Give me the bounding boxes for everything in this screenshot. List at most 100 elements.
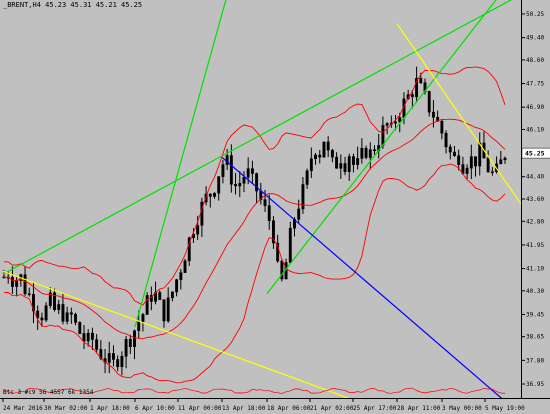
symbol-header: _BRENT,H4 45.23 45.31 45.21 45.25 bbox=[3, 1, 143, 9]
bollinger-lower-band bbox=[3, 163, 506, 384]
candle-body bbox=[61, 304, 65, 322]
candle-body bbox=[503, 157, 507, 161]
indicator-label: Btc 3 #c9 56 4557 6k 1354 bbox=[3, 389, 94, 396]
candle-body bbox=[27, 293, 31, 296]
candle-body bbox=[82, 333, 86, 342]
candle-body bbox=[86, 332, 90, 342]
candle-body bbox=[120, 355, 124, 368]
price-axis[interactable]: 50.25 49.40 48.60 47.75 46.90 46.10 45.25 44.40… bbox=[521, 0, 550, 398]
candle-body bbox=[40, 317, 44, 321]
price-tick-label: 39.45 bbox=[526, 311, 544, 318]
candles-group bbox=[2, 66, 507, 376]
time-tick-label: 28 Apr 11:00 bbox=[397, 405, 441, 412]
candle-body bbox=[221, 164, 225, 177]
candle-body bbox=[385, 123, 389, 126]
candle-body bbox=[368, 149, 372, 158]
price-tick-label: 42.80 bbox=[526, 218, 544, 225]
time-tick-label: 13 Apr 18:00 bbox=[222, 405, 266, 412]
candle-body bbox=[170, 291, 174, 299]
price-axis-svg: 50.25 49.40 48.60 47.75 46.90 46.10 45.25 44.40… bbox=[522, 11, 550, 388]
candle-body bbox=[427, 91, 431, 113]
candle-body bbox=[10, 277, 14, 287]
candle-body bbox=[490, 171, 494, 173]
candle-body bbox=[95, 339, 99, 350]
candle-body bbox=[440, 120, 444, 134]
price-tick-label: 36.95 bbox=[526, 381, 544, 388]
candle-body bbox=[137, 321, 141, 331]
price-tick-label: 38.65 bbox=[526, 334, 544, 341]
candle-body bbox=[162, 299, 166, 322]
candle-body bbox=[196, 225, 200, 235]
time-tick-label: 6 Apr 10:00 bbox=[135, 405, 175, 412]
time-tick-label: 11 Apr 00:00 bbox=[178, 405, 222, 412]
trendline bbox=[2, 0, 513, 275]
candle-body bbox=[217, 176, 221, 194]
candle-body bbox=[78, 322, 82, 334]
candle-body bbox=[166, 297, 170, 322]
candle-body bbox=[297, 208, 301, 220]
candle-body bbox=[74, 314, 78, 323]
candle-body bbox=[314, 154, 317, 160]
candle-body bbox=[246, 168, 250, 178]
candle-body bbox=[419, 77, 423, 84]
price-tick-label: 44.40 bbox=[526, 174, 544, 181]
chart-plot-svg[interactable] bbox=[0, 0, 521, 398]
plot-area[interactable]: _BRENT,H4 45.23 45.31 45.21 45.25 Btc 3 … bbox=[0, 0, 521, 398]
time-axis[interactable]: 24 Mar 2016 30 Mar 02:00 1 Apr 18:00 6 Apr … bbox=[0, 398, 550, 414]
candle-body bbox=[179, 272, 183, 280]
candle-body bbox=[183, 260, 187, 273]
candle-body bbox=[453, 151, 456, 156]
time-axis-svg: 24 Mar 2016 30 Mar 02:00 1 Apr 18:00 6 Apr … bbox=[2, 399, 525, 412]
candle-body bbox=[335, 156, 339, 169]
candle-body bbox=[44, 305, 48, 321]
candle-body bbox=[486, 157, 490, 173]
time-tick-label: 5 May 19:00 bbox=[485, 405, 525, 412]
candle-body bbox=[448, 146, 452, 153]
candle-body bbox=[360, 147, 364, 159]
candle-body bbox=[469, 156, 473, 169]
trendline bbox=[134, 0, 227, 328]
price-tick-label: 41.10 bbox=[526, 266, 544, 273]
candle-body bbox=[465, 167, 469, 174]
price-tick-label: 47.75 bbox=[526, 81, 544, 88]
candle-body bbox=[112, 353, 115, 360]
candle-body bbox=[330, 149, 334, 158]
candle-body bbox=[267, 205, 271, 221]
candle-body bbox=[326, 141, 330, 151]
candle-body bbox=[444, 132, 448, 148]
price-tick-label: 43.60 bbox=[526, 196, 544, 203]
time-tick-label: 25 Apr 17:00 bbox=[353, 405, 397, 412]
candle-body bbox=[124, 339, 128, 357]
candle-body bbox=[229, 155, 233, 185]
candle-body bbox=[288, 227, 292, 263]
candle-body bbox=[474, 156, 477, 167]
candle-body bbox=[309, 158, 313, 172]
chart-window[interactable]: _BRENT,H4 45.23 45.31 45.21 45.25 Btc 3 … bbox=[0, 0, 550, 414]
candle-body bbox=[69, 312, 73, 315]
candle-body bbox=[23, 274, 27, 295]
price-tick-label: 50.25 bbox=[526, 11, 544, 18]
candle-body bbox=[175, 279, 179, 293]
candle-body bbox=[305, 170, 309, 185]
candle-body bbox=[410, 94, 414, 98]
candle-body bbox=[373, 149, 376, 151]
price-tick-label: 46.10 bbox=[526, 126, 544, 133]
time-tick-label: 1 Apr 18:00 bbox=[90, 405, 130, 412]
trendline bbox=[221, 156, 503, 398]
candle-body bbox=[250, 168, 254, 174]
candle-body bbox=[364, 147, 368, 158]
bollinger-middle-band bbox=[3, 118, 506, 340]
candle-body bbox=[238, 183, 242, 187]
candle-body bbox=[431, 111, 435, 118]
candle-body bbox=[263, 199, 267, 206]
candle-body bbox=[457, 155, 461, 165]
price-tick-label: 40.30 bbox=[526, 288, 544, 295]
candle-body bbox=[141, 314, 145, 322]
candle-body bbox=[145, 295, 149, 315]
candle-body bbox=[107, 353, 111, 363]
candle-body bbox=[343, 163, 347, 172]
candle-body bbox=[208, 193, 212, 197]
candle-body bbox=[57, 304, 61, 310]
candle-body bbox=[478, 142, 482, 167]
price-tick-label: 46.90 bbox=[526, 104, 544, 111]
